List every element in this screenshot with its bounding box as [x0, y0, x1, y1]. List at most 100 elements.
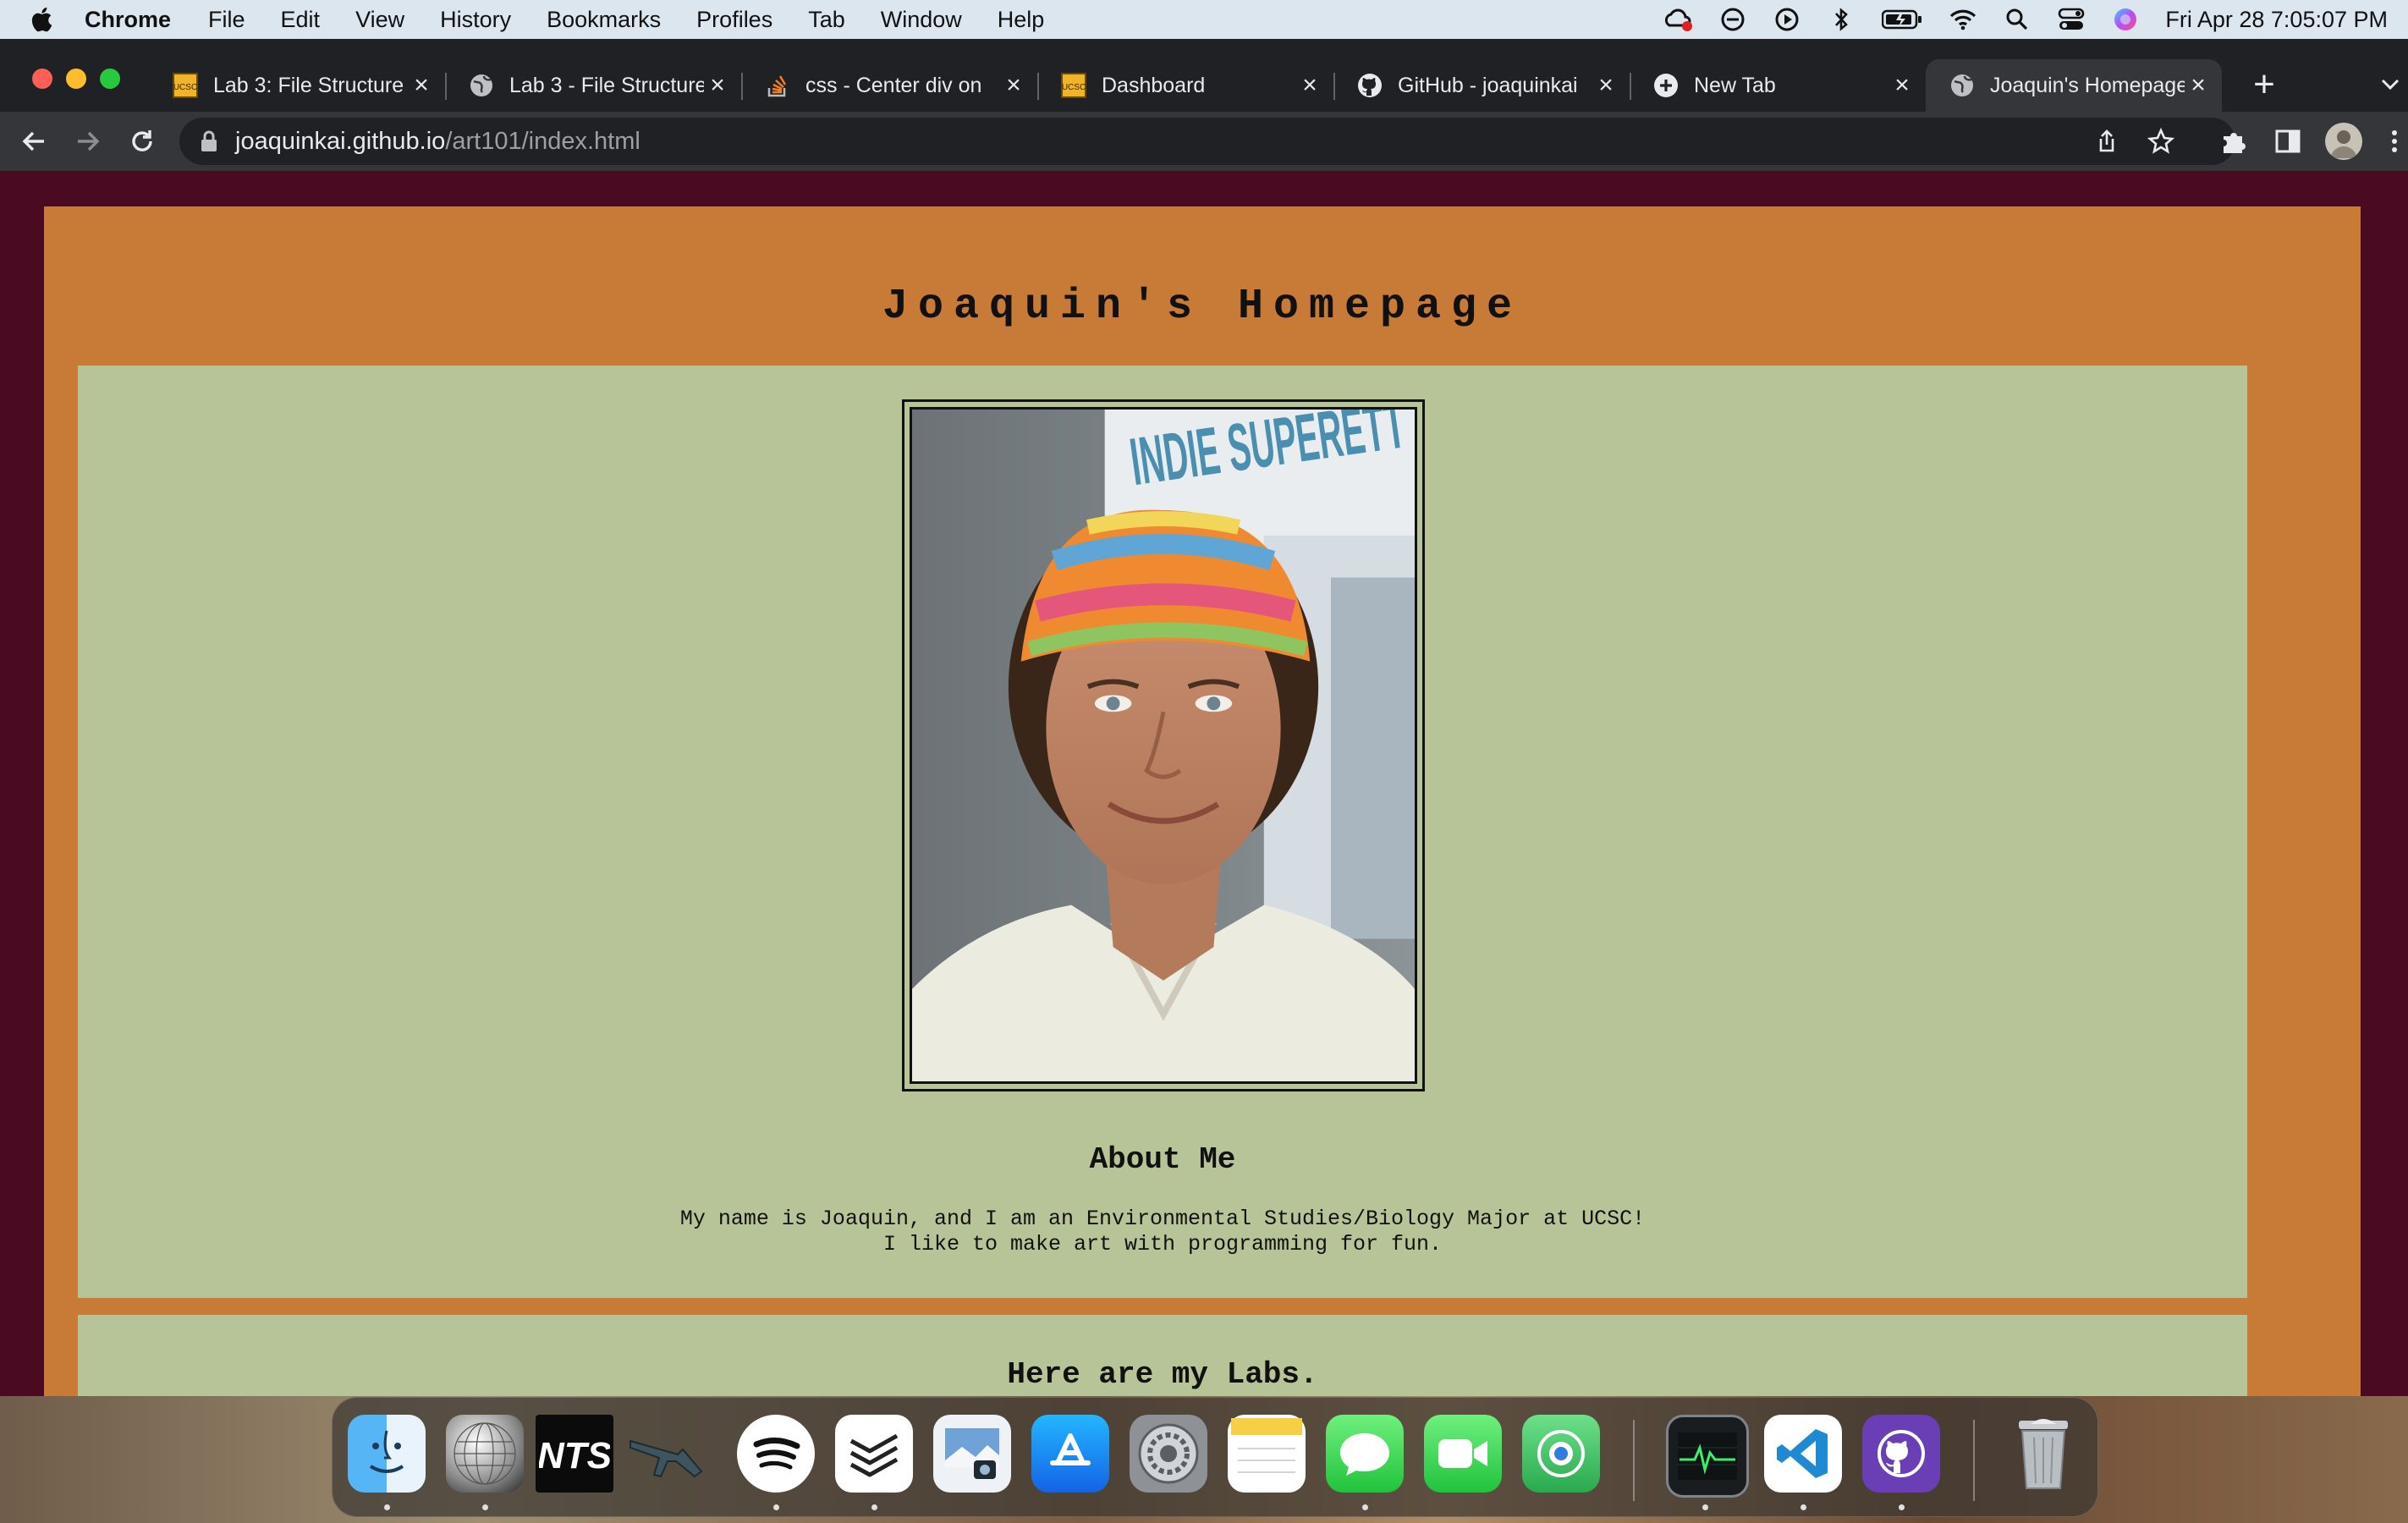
tab-lab3-file-structure-2[interactable]: Lab 3 - File Structure × [445, 59, 741, 112]
profile-avatar[interactable] [2325, 123, 2362, 160]
menu-bar-clock[interactable]: Fri Apr 28 7:05:07 PM [2165, 7, 2388, 33]
spotify-icon[interactable] [737, 1415, 815, 1493]
side-panel-icon[interactable] [2273, 126, 2303, 157]
tab-close-icon[interactable]: × [2186, 73, 2210, 98]
tab-label: Lab 3: File Structure [213, 73, 404, 97]
page-frame: Joaquin's Homepage INDIE SUPERETT About … [44, 206, 2361, 1396]
browser-toolbar: joaquinkai.github.io/art101/index.html [0, 112, 2408, 171]
tab-github[interactable]: GitHub - joaquinkai × [1333, 59, 1630, 112]
creative-cloud-icon[interactable] [1664, 5, 1693, 34]
tab-close-icon[interactable]: × [1594, 73, 1618, 98]
window-minimize-button[interactable] [66, 69, 86, 89]
new-tab-plus-icon[interactable]: + [2247, 66, 2281, 103]
globe-icon [1949, 73, 1975, 98]
app-store-icon[interactable] [1031, 1415, 1109, 1493]
running-indicator [1702, 1504, 1708, 1510]
tab-close-icon[interactable]: × [410, 73, 433, 98]
svg-text:NTS: NTS [539, 1435, 610, 1476]
about-panel: INDIE SUPERETT About Me My name is Joaqu… [78, 366, 2247, 1298]
nts-radio-icon[interactable]: NTS [536, 1415, 613, 1493]
status-menu-area: Fri Apr 28 7:05:07 PM [1639, 0, 2388, 39]
dock-separator [1973, 1420, 1975, 1501]
system-settings-icon[interactable] [1130, 1415, 1207, 1493]
about-line-1: My name is Joaquin, and I am an Environm… [679, 1207, 1646, 1231]
disco-ball-icon[interactable] [446, 1415, 524, 1493]
profile-photo-frame: INDIE SUPERETT [902, 399, 1425, 1091]
tab-new-tab[interactable]: New Tab × [1630, 59, 1926, 112]
bookmark-star-icon[interactable] [2147, 128, 2174, 155]
window-close-button[interactable] [32, 69, 52, 89]
menu-view[interactable]: View [355, 7, 404, 33]
tab-strip: UCSC Lab 3: File Structure × Lab 3 - Fil… [0, 39, 2408, 112]
battery-icon[interactable] [1881, 5, 1923, 34]
tab-dashboard[interactable]: UCSC Dashboard × [1037, 59, 1333, 112]
tab-joaquins-homepage[interactable]: Joaquin's Homepage × [1926, 59, 2222, 112]
menu-edit[interactable]: Edit [281, 7, 321, 33]
svg-text:UCSC: UCSC [173, 83, 197, 92]
todoist-icon[interactable] [835, 1415, 913, 1493]
play-icon[interactable] [1773, 5, 1801, 34]
tab-close-icon[interactable]: × [1002, 73, 1025, 98]
bluetooth-icon[interactable] [1827, 5, 1855, 34]
tab-close-icon[interactable]: × [1890, 73, 1914, 98]
finder-icon[interactable] [348, 1415, 426, 1493]
spotlight-search-icon[interactable] [2003, 5, 2031, 34]
tab-close-icon[interactable]: × [1298, 73, 1322, 98]
extensions-puzzle-icon[interactable] [2218, 126, 2249, 157]
chrome-newtab-icon [1653, 73, 1679, 98]
vscode-icon[interactable] [1764, 1415, 1842, 1493]
menu-file[interactable]: File [208, 7, 245, 33]
siri-icon[interactable] [2111, 5, 2140, 34]
facetime-icon[interactable] [1424, 1415, 1502, 1493]
trash-icon[interactable] [2004, 1415, 2082, 1493]
tab-label: css - Center div on [805, 73, 982, 97]
chrome-menu-kebab-icon[interactable] [2384, 126, 2405, 157]
menu-history[interactable]: History [440, 7, 511, 33]
messages-icon[interactable] [1326, 1415, 1404, 1493]
tab-search-chevron-icon[interactable] [2378, 71, 2403, 96]
control-center-icon[interactable] [2057, 5, 2086, 34]
reload-icon[interactable] [127, 126, 157, 157]
menu-bookmarks[interactable]: Bookmarks [547, 7, 661, 33]
macos-dock: NTS [332, 1397, 2098, 1517]
about-heading: About Me [1089, 1142, 1236, 1177]
menu-profiles[interactable]: Profiles [696, 7, 772, 33]
rifle-app-icon[interactable] [627, 1415, 705, 1493]
forward-arrow-icon[interactable] [73, 126, 103, 157]
wifi-icon[interactable] [1949, 5, 1977, 34]
back-arrow-icon[interactable] [19, 126, 49, 157]
running-indicator [1801, 1504, 1806, 1510]
apple-logo-icon[interactable] [29, 5, 58, 34]
globe-icon [469, 73, 494, 98]
tab-label: Dashboard [1102, 73, 1206, 97]
tab-lab3-file-structure[interactable]: UCSC Lab 3: File Structure × [149, 59, 445, 112]
lock-icon[interactable] [200, 130, 218, 152]
labs-heading: Here are my Labs. [1007, 1357, 1318, 1392]
notes-icon[interactable] [1228, 1415, 1306, 1493]
tab-css-center-div[interactable]: css - Center div on × [741, 59, 1037, 112]
preview-icon[interactable] [933, 1415, 1011, 1493]
tab-close-icon[interactable]: × [706, 73, 729, 98]
ucsc-favicon-icon: UCSC [173, 73, 198, 98]
tab-label: GitHub - joaquinkai [1398, 73, 1578, 97]
running-indicator [384, 1504, 390, 1510]
ucsc-favicon-icon: UCSC [1061, 73, 1086, 98]
dock-separator [1633, 1420, 1635, 1501]
github-desktop-icon[interactable] [1862, 1415, 1940, 1493]
menu-tab[interactable]: Tab [808, 7, 845, 33]
activity-monitor-icon[interactable] [1666, 1415, 1749, 1498]
address-bar[interactable]: joaquinkai.github.io/art101/index.html [179, 118, 2235, 165]
tab-label: Lab 3 - File Structure [509, 73, 704, 97]
menu-app-name[interactable]: Chrome [85, 7, 171, 33]
window-zoom-button[interactable] [100, 69, 120, 89]
menu-window[interactable]: Window [881, 7, 962, 33]
page-viewport[interactable]: Joaquin's Homepage INDIE SUPERETT About … [0, 171, 2408, 1396]
find-my-icon[interactable] [1522, 1415, 1600, 1493]
running-indicator [773, 1504, 779, 1510]
menu-help[interactable]: Help [998, 7, 1045, 33]
share-icon[interactable] [2093, 128, 2120, 155]
focus-icon[interactable] [1718, 5, 1747, 34]
running-indicator [1362, 1504, 1368, 1510]
tab-label: New Tab [1694, 73, 1776, 97]
running-indicator [482, 1504, 488, 1510]
